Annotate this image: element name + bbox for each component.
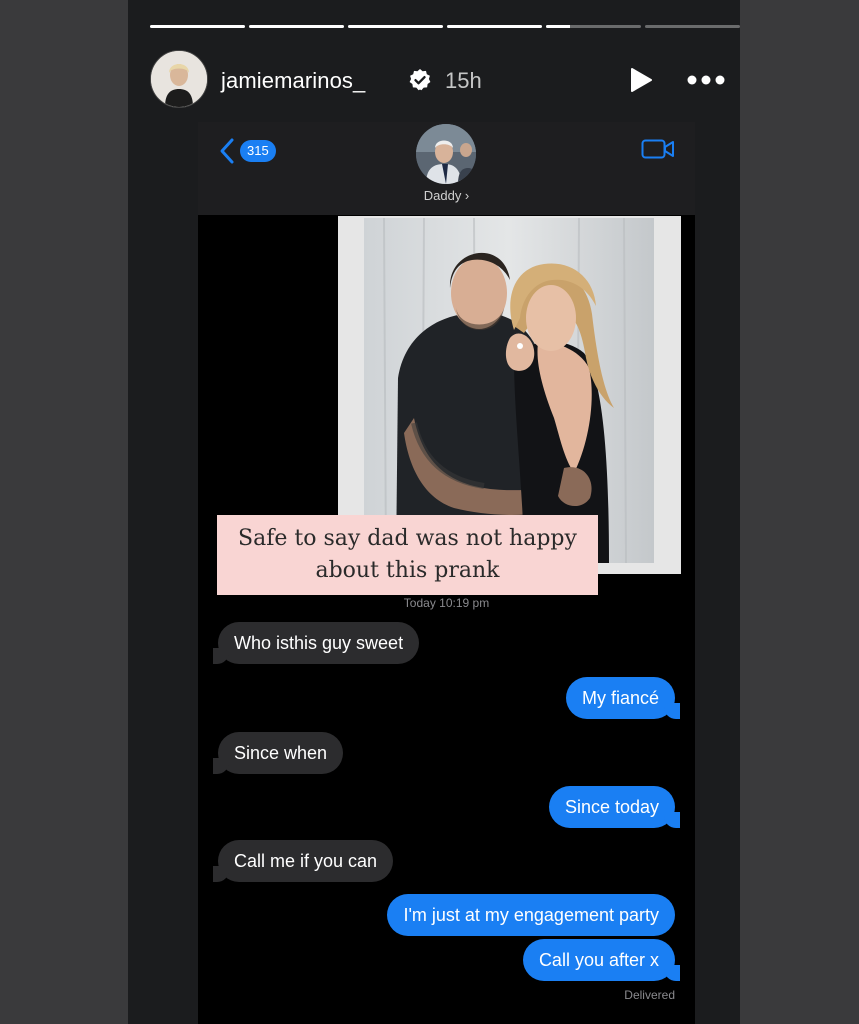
message-text: Since when bbox=[234, 743, 328, 763]
message-bubble-received[interactable]: Who isthis guy sweet bbox=[212, 622, 420, 664]
message-text: Who isthis guy sweet bbox=[234, 633, 404, 653]
story-progress-segment bbox=[546, 25, 641, 28]
engagement-photo bbox=[364, 218, 654, 563]
story-progress-segment bbox=[348, 25, 443, 28]
story-progress-segment bbox=[249, 25, 344, 28]
message-text: I'm just at my engagement party bbox=[403, 905, 659, 925]
chevron-left-icon bbox=[220, 138, 234, 164]
username[interactable]: jamiemarinos_ bbox=[221, 68, 365, 94]
story-text-caption: Safe to say dad was not happy about this… bbox=[217, 515, 598, 595]
contact-avatar[interactable] bbox=[416, 124, 476, 184]
verified-badge-icon bbox=[409, 69, 431, 91]
message-bubble-sent[interactable]: Since today bbox=[548, 786, 681, 828]
imessage-screenshot: 315 Daddy › Safe to say dad was not happ… bbox=[198, 122, 695, 1024]
message-text: Call me if you can bbox=[234, 851, 378, 871]
profile-avatar[interactable] bbox=[150, 50, 208, 108]
play-icon[interactable] bbox=[626, 66, 654, 94]
story-progress-bar bbox=[150, 25, 740, 28]
caption-line-1: Safe to say dad was not happy bbox=[238, 526, 577, 551]
story-time: 15h bbox=[445, 68, 482, 93]
contact-name[interactable]: Daddy › bbox=[198, 188, 695, 203]
story-progress-segment bbox=[447, 25, 542, 28]
video-call-icon[interactable] bbox=[641, 138, 675, 160]
story-progress-segment bbox=[150, 25, 245, 28]
message-text: My fiancé bbox=[581, 688, 659, 708]
story-header: jamiemarinos_ 15h bbox=[150, 50, 725, 110]
message-bubble-sent[interactable]: My fiancé bbox=[565, 677, 681, 719]
message-text: Since today bbox=[564, 797, 659, 817]
imessage-nav-bar: 315 Daddy › bbox=[198, 122, 695, 215]
more-icon[interactable] bbox=[685, 68, 727, 92]
story-progress-segment bbox=[645, 25, 740, 28]
story-viewer: jamiemarinos_ 15h 315 Daddy › Safe to sa… bbox=[128, 0, 740, 1024]
message-bubble-received[interactable]: Since when bbox=[212, 732, 344, 774]
unread-count-badge: 315 bbox=[240, 140, 276, 162]
message-bubble-sent[interactable]: Call you after x bbox=[522, 939, 681, 981]
message-timestamp: Today 10:19 pm bbox=[403, 596, 490, 610]
message-bubble-received[interactable]: Call me if you can bbox=[212, 840, 394, 882]
delivered-status: Delivered bbox=[624, 988, 675, 1002]
caption-line-2: about this prank bbox=[315, 558, 500, 583]
message-bubble-sent[interactable]: I'm just at my engagement party bbox=[387, 894, 675, 936]
message-text: Call you after x bbox=[538, 950, 659, 970]
